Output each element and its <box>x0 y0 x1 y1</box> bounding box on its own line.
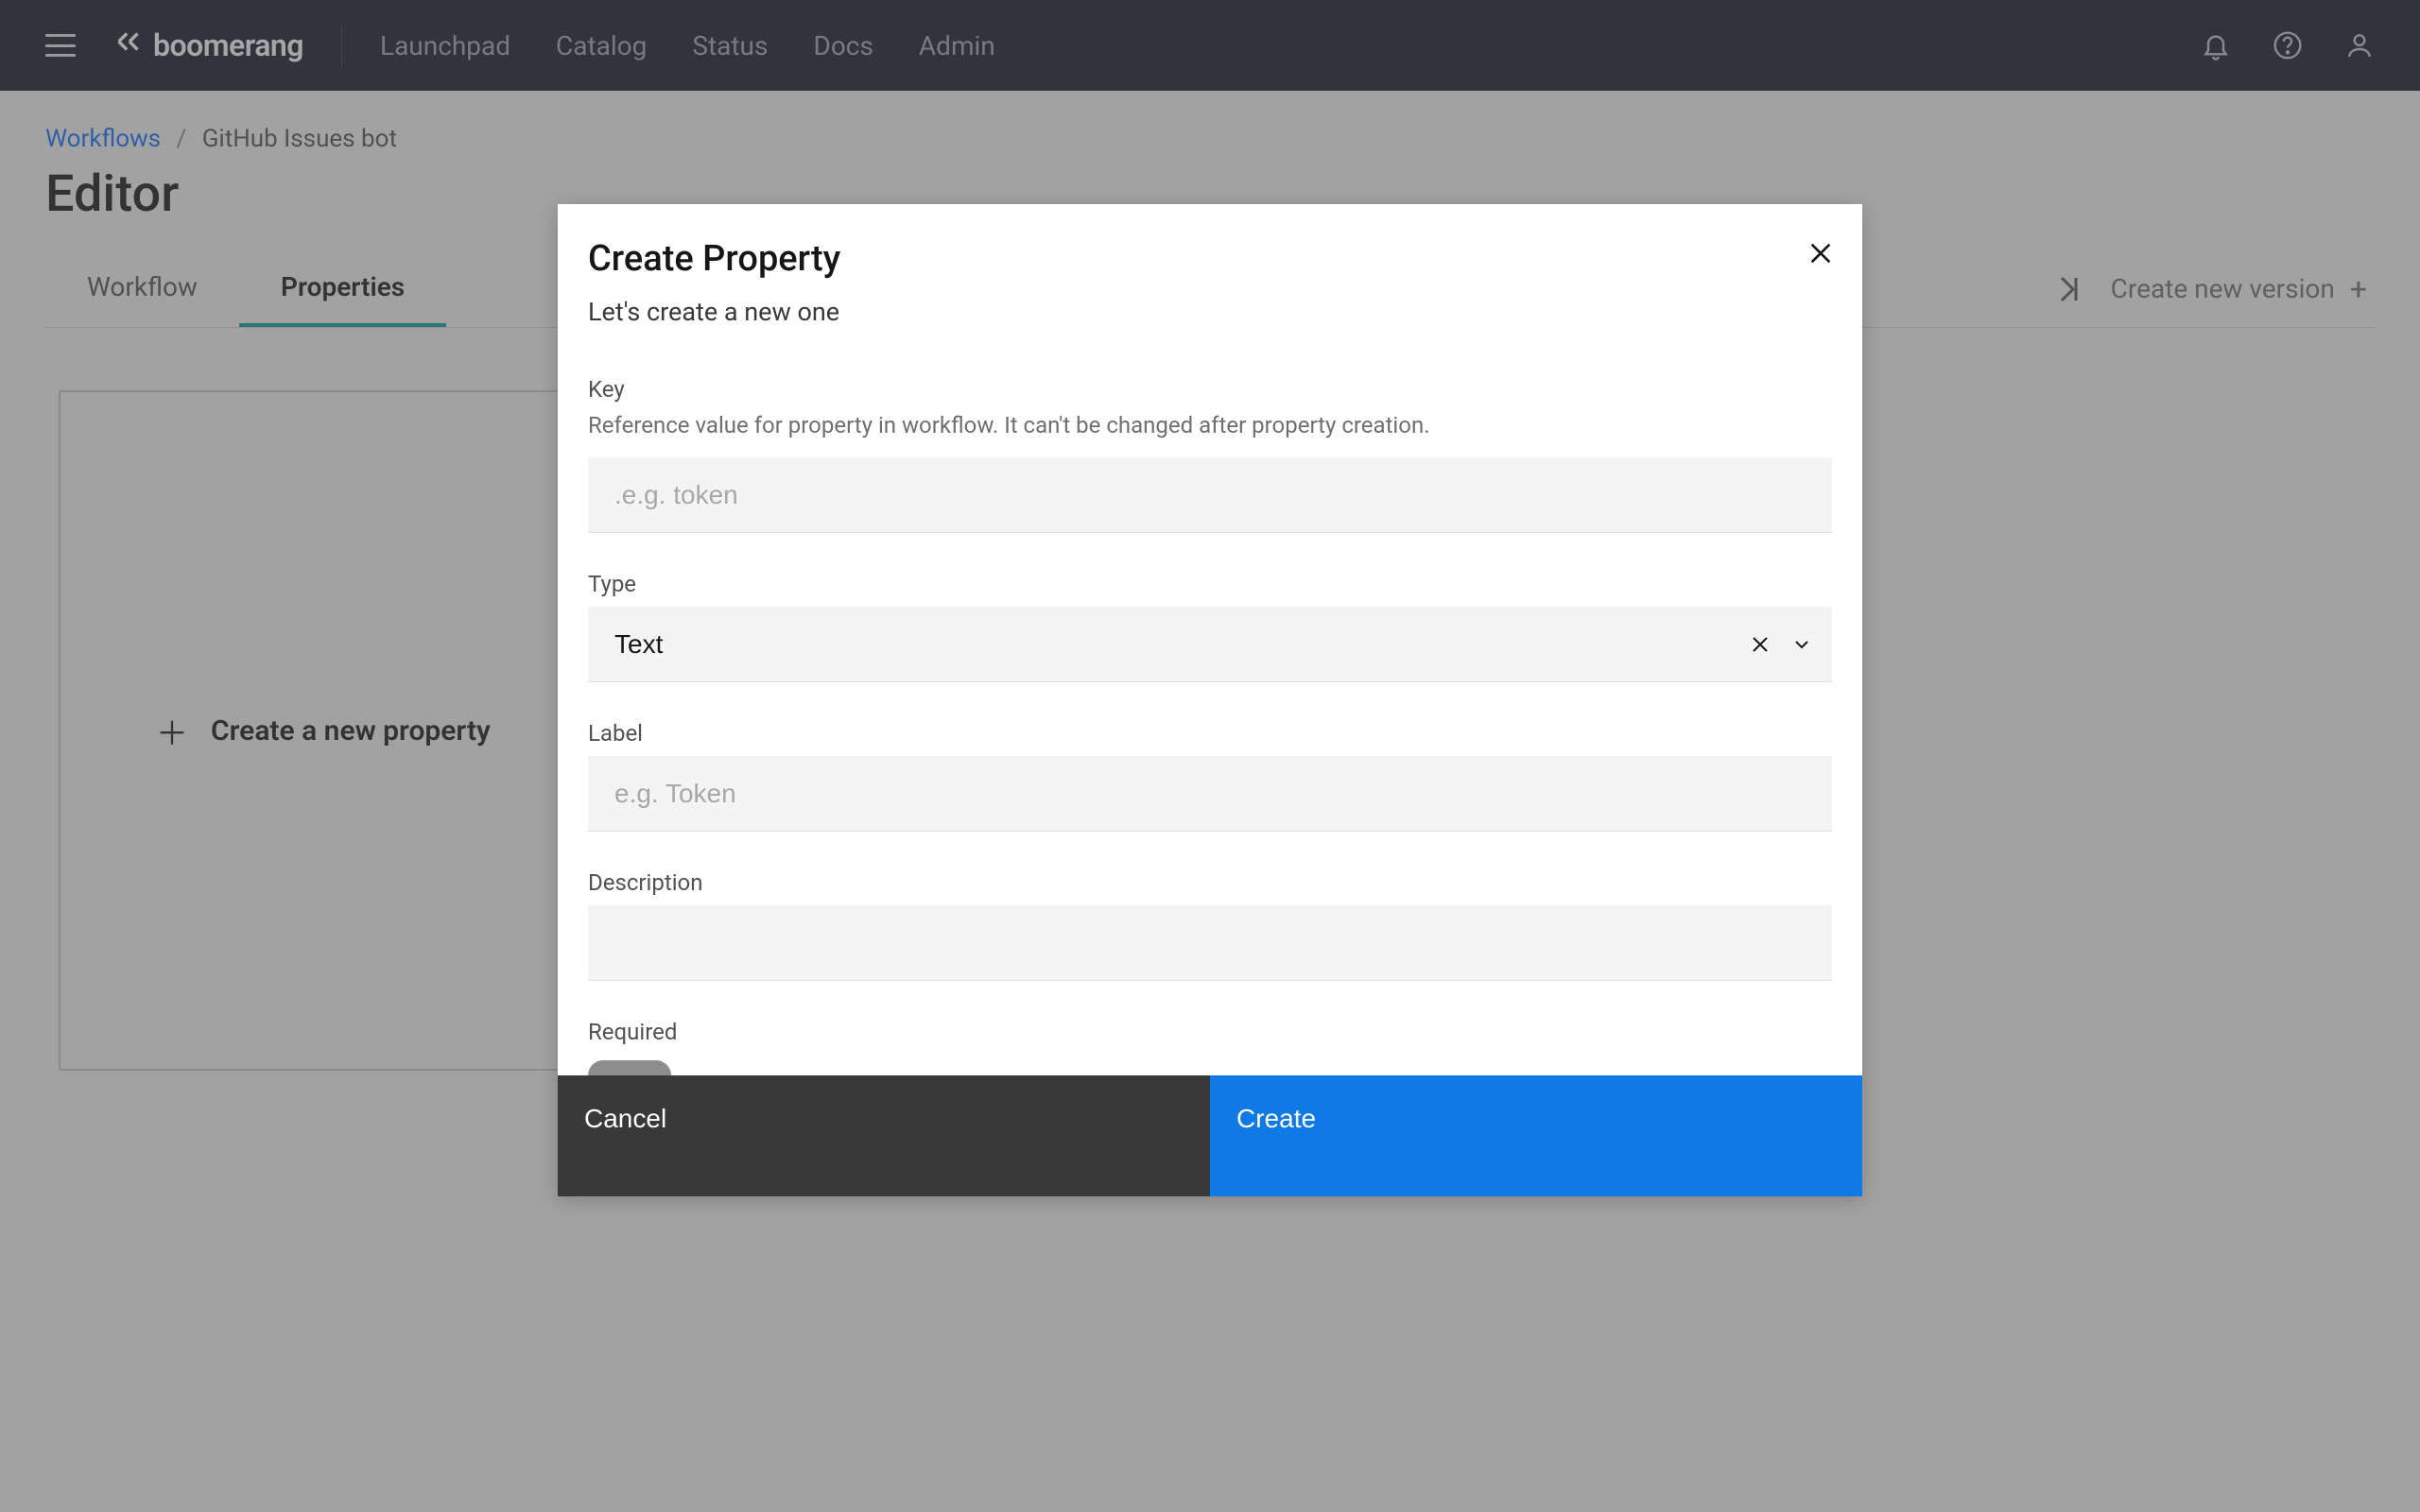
description-input[interactable] <box>588 905 1832 981</box>
field-type: Type <box>588 571 1832 682</box>
field-label: Label <box>588 720 1832 832</box>
field-description-label: Description <box>588 869 1832 896</box>
field-key: Key Reference value for property in work… <box>588 376 1832 533</box>
create-button[interactable]: Create <box>1210 1075 1862 1196</box>
field-key-label: Key <box>588 376 1832 403</box>
cancel-button[interactable]: Cancel <box>558 1075 1210 1196</box>
label-input[interactable] <box>588 756 1832 832</box>
chevron-down-icon[interactable] <box>1790 633 1813 656</box>
modal-title: Create Property <box>588 238 1832 280</box>
type-select[interactable] <box>588 607 1832 682</box>
field-label-label: Label <box>588 720 1832 747</box>
clear-icon[interactable] <box>1749 633 1772 656</box>
field-type-label: Type <box>588 571 1832 597</box>
key-input[interactable] <box>588 457 1832 533</box>
close-icon[interactable] <box>1806 238 1836 268</box>
field-description: Description <box>588 869 1832 981</box>
modal-subtitle: Let's create a new one <box>588 297 1832 327</box>
modal-footer: Cancel Create <box>558 1075 1862 1196</box>
field-key-helper: Reference value for property in workflow… <box>588 412 1832 438</box>
field-required: Required <box>588 1019 1832 1075</box>
create-property-modal: Create Property Let's create a new one K… <box>558 204 1862 1196</box>
field-required-label: Required <box>588 1019 1832 1045</box>
required-toggle[interactable] <box>588 1060 671 1075</box>
